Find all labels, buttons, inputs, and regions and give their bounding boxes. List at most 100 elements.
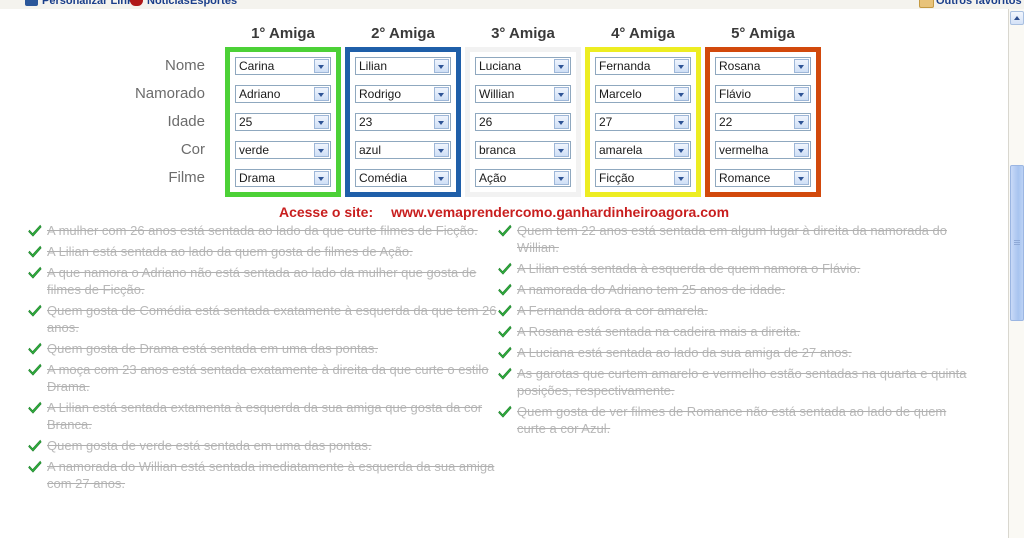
clue-item: A namorada do Willian está sentada imedi… [28, 458, 498, 492]
select-idade-amiga-5[interactable]: 22 [715, 113, 811, 131]
select-cor-amiga-4[interactable]: amarela [595, 141, 691, 159]
select-idade-amiga-4[interactable]: 27 [595, 113, 691, 131]
clue-text: As garotas que curtem amarelo e vermelho… [517, 366, 967, 398]
toolbar-item-noticias[interactable]: Notícias [147, 0, 190, 8]
clue-text: Quem gosta de verde está sentada em uma … [47, 438, 372, 453]
select-nome-amiga-4[interactable]: Fernanda [595, 57, 691, 75]
folder-icon [919, 0, 934, 8]
clue-text: Quem gosta de Drama está sentada em uma … [47, 341, 378, 356]
select-idade-amiga-2[interactable]: 23 [355, 113, 451, 131]
chevron-down-glyph [798, 93, 804, 97]
toolbar-item-esportes[interactable]: Esportes [190, 0, 237, 8]
chevron-down-glyph [558, 177, 564, 181]
select-cor-amiga-5[interactable]: vermelha [715, 141, 811, 159]
select-idade-amiga-3[interactable]: 26 [475, 113, 571, 131]
clue-column-right: Quem tem 22 anos está sentada em algum l… [498, 222, 968, 441]
chevron-down-icon[interactable] [434, 171, 449, 185]
chevron-down-glyph [318, 121, 324, 125]
chevron-down-icon[interactable] [794, 143, 809, 157]
chevron-down-icon[interactable] [314, 171, 329, 185]
select-namorado-amiga-1[interactable]: Adriano [235, 85, 331, 103]
clue-text: A Lilian está sentada ao lado da quem go… [47, 244, 413, 259]
chevron-down-icon[interactable] [674, 59, 689, 73]
chevron-down-icon[interactable] [674, 171, 689, 185]
chevron-down-icon[interactable] [554, 143, 569, 157]
chevron-down-icon[interactable] [554, 171, 569, 185]
clue-text: Quem gosta de Comédia está sentada exata… [47, 303, 497, 335]
page-viewport: 1° Amiga 2° Amiga 3° Amiga 4° Amiga 5° Amiga… [0, 9, 1008, 538]
row-label-cor: Cor [180, 141, 205, 158]
toolbar-item-personalizar-links[interactable]: Personalizar Links [42, 0, 139, 8]
select-filme-amiga-2[interactable]: Comédia [355, 169, 451, 187]
chevron-down-icon[interactable] [434, 143, 449, 157]
select-cor-amiga-2[interactable]: azul [355, 141, 451, 159]
chevron-down-icon[interactable] [434, 59, 449, 73]
chevron-down-icon[interactable] [794, 115, 809, 129]
select-nome-amiga-1[interactable]: Carina [235, 57, 331, 75]
chevron-down-glyph [678, 65, 684, 69]
chevron-down-icon[interactable] [554, 115, 569, 129]
chevron-down-icon[interactable] [434, 87, 449, 101]
select-value: 25 [239, 115, 253, 129]
amigas-grid: 1° Amiga 2° Amiga 3° Amiga 4° Amiga 5° Amiga… [0, 25, 1008, 200]
chevron-down-glyph [318, 65, 324, 69]
chevron-down-icon[interactable] [554, 87, 569, 101]
chevron-down-icon[interactable] [314, 59, 329, 73]
clue-text: Quem tem 22 anos está sentada em algum l… [517, 223, 947, 255]
row-label-filme: Filme [168, 169, 205, 186]
chevron-down-icon[interactable] [314, 87, 329, 101]
select-namorado-amiga-4[interactable]: Marcelo [595, 85, 691, 103]
select-nome-amiga-5[interactable]: Rosana [715, 57, 811, 75]
check-icon [28, 304, 42, 317]
select-namorado-amiga-2[interactable]: Rodrigo [355, 85, 451, 103]
select-idade-amiga-1[interactable]: 25 [235, 113, 331, 131]
clue-item: A Lilian está sentada ao lado da quem go… [28, 243, 498, 260]
scroll-up-button[interactable] [1010, 11, 1024, 25]
chevron-down-icon[interactable] [314, 115, 329, 129]
chevron-down-icon[interactable] [554, 59, 569, 73]
select-value: Rosana [719, 59, 761, 73]
column-header-amiga-4: 4° Amiga [611, 25, 675, 42]
amiga-column-4: Fernanda Marcelo 27 amarela Ficção [585, 47, 701, 197]
chevron-down-glyph [318, 93, 324, 97]
chevron-down-icon[interactable] [674, 87, 689, 101]
select-value: verde [239, 143, 270, 157]
chevron-down-glyph [438, 121, 444, 125]
scrollbar-thumb[interactable] [1010, 165, 1024, 321]
check-icon [28, 460, 42, 473]
check-icon [28, 245, 42, 258]
select-nome-amiga-3[interactable]: Luciana [475, 57, 571, 75]
chevron-down-icon[interactable] [674, 143, 689, 157]
toolbar-item-outros-favoritos[interactable]: Outros favoritos [936, 0, 1022, 8]
chevron-down-icon[interactable] [674, 115, 689, 129]
chevron-down-glyph [798, 149, 804, 153]
chevron-down-icon[interactable] [794, 87, 809, 101]
select-filme-amiga-1[interactable]: Drama [235, 169, 331, 187]
news-icon [130, 0, 143, 6]
column-header-amiga-1: 1° Amiga [251, 25, 315, 42]
chevron-down-icon[interactable] [314, 143, 329, 157]
chevron-down-icon[interactable] [794, 59, 809, 73]
clue-item: Quem gosta de verde está sentada em uma … [28, 437, 498, 454]
clue-item: A moça com 23 anos está sentada exatamen… [28, 361, 498, 395]
chevron-down-icon[interactable] [794, 171, 809, 185]
clue-text: A Lilian está sentada extamenta à esquer… [47, 400, 483, 432]
select-value: Lilian [359, 59, 388, 73]
chevron-down-glyph [438, 177, 444, 181]
select-nome-amiga-2[interactable]: Lilian [355, 57, 451, 75]
select-value: Rodrigo [359, 87, 402, 101]
vertical-scrollbar[interactable] [1008, 9, 1024, 538]
select-namorado-amiga-5[interactable]: Flávio [715, 85, 811, 103]
select-filme-amiga-3[interactable]: Ação [475, 169, 571, 187]
select-cor-amiga-1[interactable]: verde [235, 141, 331, 159]
row-label-namorado: Namorado [134, 85, 205, 102]
select-value: Flávio [719, 87, 752, 101]
select-filme-amiga-5[interactable]: Romance [715, 169, 811, 187]
chevron-down-icon[interactable] [434, 115, 449, 129]
check-icon [28, 266, 42, 279]
select-value: Marcelo [599, 87, 642, 101]
select-filme-amiga-4[interactable]: Ficção [595, 169, 691, 187]
select-cor-amiga-3[interactable]: branca [475, 141, 571, 159]
check-icon [498, 224, 512, 237]
select-namorado-amiga-3[interactable]: Willian [475, 85, 571, 103]
